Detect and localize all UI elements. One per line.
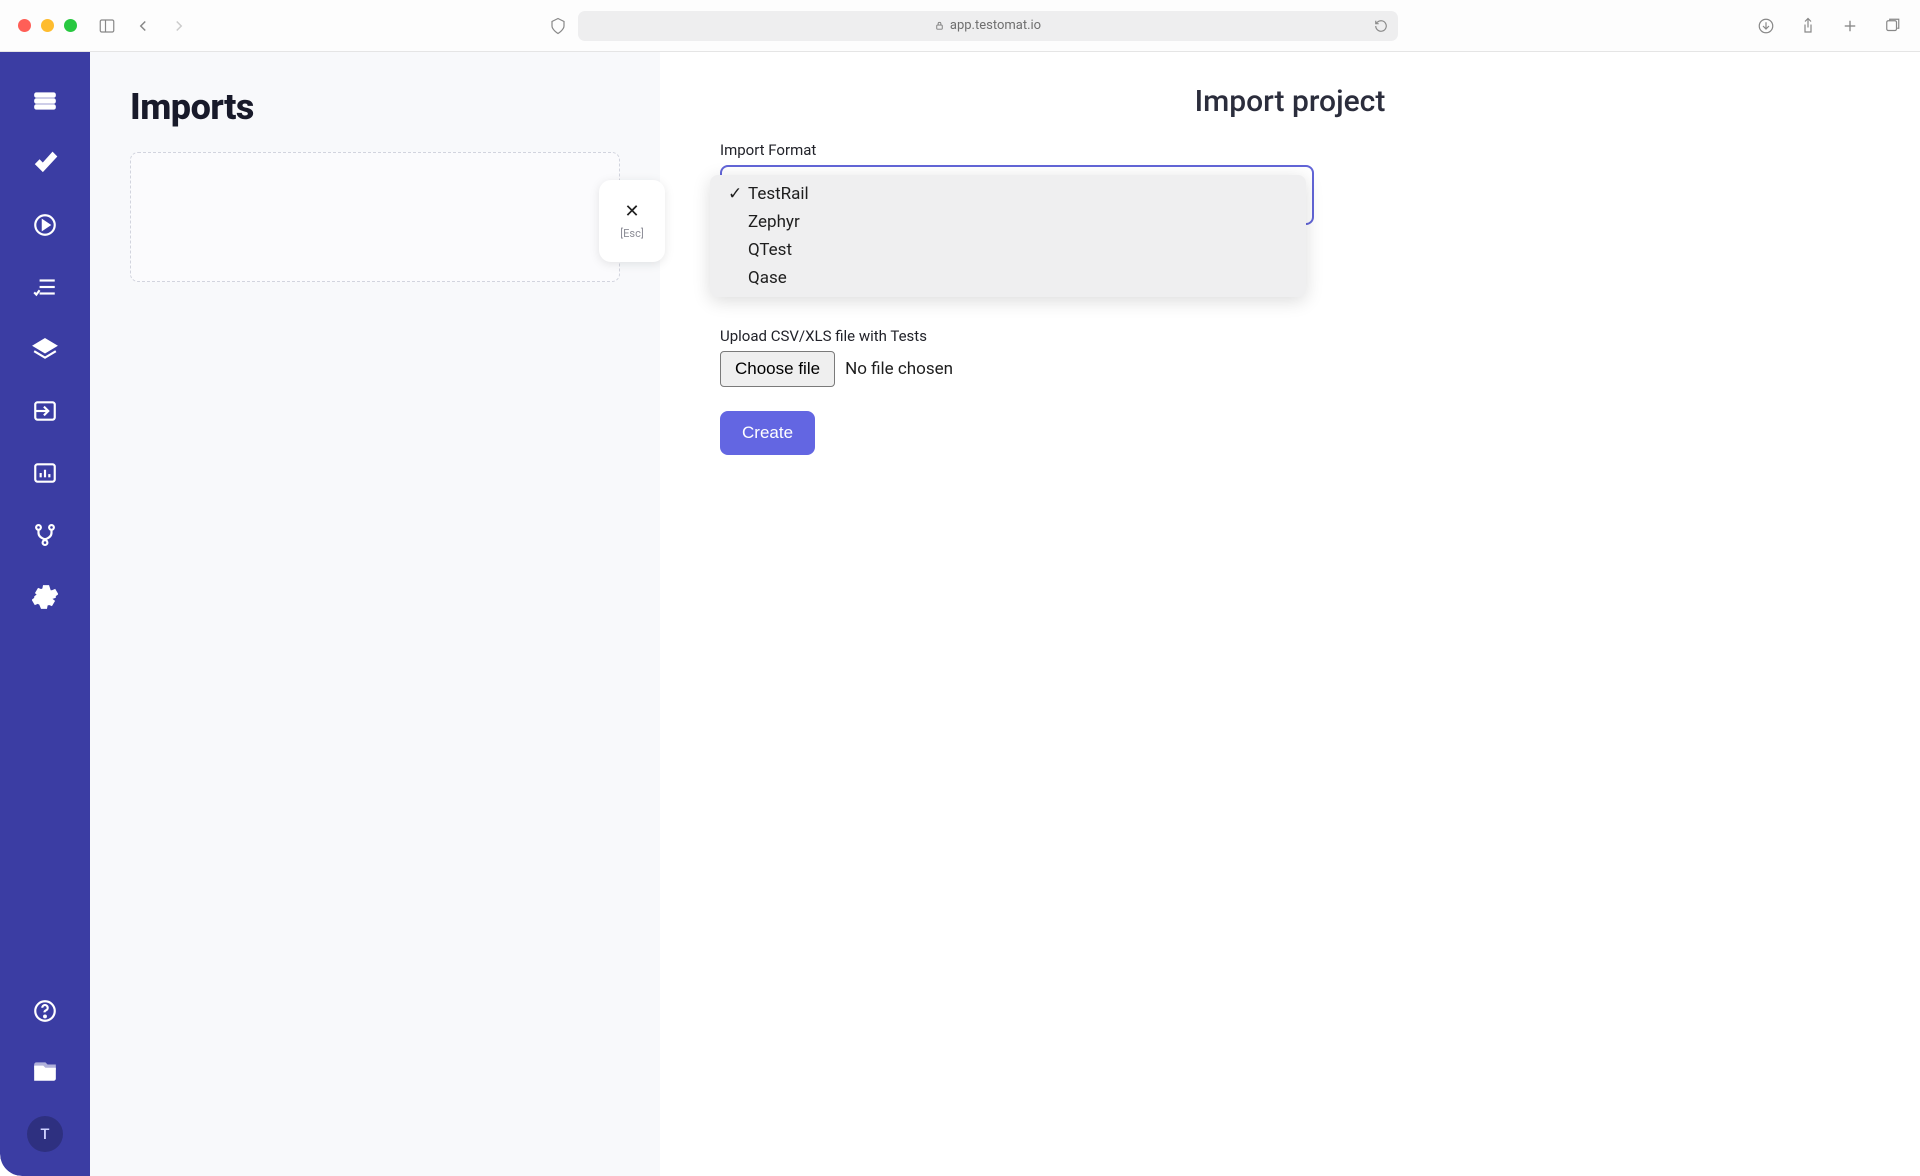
window-minimize-icon[interactable] [41, 19, 54, 32]
import-format-dropdown: ✓TestRail Zephyr QTest Qase [710, 175, 1306, 297]
tab-overview-icon[interactable] [1882, 16, 1902, 36]
downloads-icon[interactable] [1756, 16, 1776, 36]
avatar[interactable]: T [27, 1116, 63, 1152]
left-panel: Imports [90, 52, 660, 1176]
modal-panel: Import project Import Format ✓TestRail Z… [660, 52, 1920, 1176]
empty-list-placeholder [130, 152, 620, 282]
menu-icon[interactable] [30, 86, 60, 116]
sidebar: T [0, 52, 90, 1176]
lock-icon [934, 20, 945, 31]
upload-label: Upload CSV/XLS file with Tests [720, 327, 1860, 345]
page-title: Imports [130, 86, 620, 128]
import-icon[interactable] [30, 396, 60, 426]
esc-hint: [Esc] [620, 227, 644, 240]
import-format-label: Import Format [720, 141, 1860, 159]
option-testrail[interactable]: ✓TestRail [710, 180, 1306, 208]
gear-icon[interactable] [30, 582, 60, 612]
option-qase[interactable]: Qase [710, 264, 1306, 292]
help-icon[interactable] [30, 996, 60, 1026]
share-icon[interactable] [1798, 16, 1818, 36]
checklist-icon[interactable] [30, 272, 60, 302]
modal-title: Import project [720, 84, 1860, 119]
window-zoom-icon[interactable] [64, 19, 77, 32]
play-circle-icon[interactable] [30, 210, 60, 240]
option-qtest[interactable]: QTest [710, 236, 1306, 264]
close-button[interactable]: ✕ [Esc] [599, 180, 665, 262]
address-bar[interactable]: app.testomat.io [578, 11, 1398, 41]
nav-forward-icon[interactable] [169, 16, 189, 36]
create-button[interactable]: Create [720, 411, 815, 455]
sidebar-toggle-icon[interactable] [97, 16, 117, 36]
url-text: app.testomat.io [950, 18, 1041, 33]
close-icon: ✕ [624, 203, 639, 221]
privacy-shield-icon[interactable] [548, 16, 568, 36]
folders-icon[interactable] [30, 1056, 60, 1086]
nav-back-icon[interactable] [133, 16, 153, 36]
window-controls [18, 19, 77, 32]
import-format-select[interactable]: ✓TestRail Zephyr QTest Qase [720, 165, 1314, 225]
branch-icon[interactable] [30, 520, 60, 550]
new-tab-icon[interactable] [1840, 16, 1860, 36]
choose-file-button[interactable]: Choose file [720, 351, 835, 387]
check-icon[interactable] [30, 148, 60, 178]
avatar-initial: T [40, 1125, 49, 1143]
layers-icon[interactable] [30, 334, 60, 364]
analytics-icon[interactable] [30, 458, 60, 488]
option-zephyr[interactable]: Zephyr [710, 208, 1306, 236]
reload-icon[interactable] [1374, 19, 1388, 33]
window-close-icon[interactable] [18, 19, 31, 32]
no-file-text: No file chosen [845, 359, 953, 379]
browser-toolbar: app.testomat.io [0, 0, 1920, 52]
